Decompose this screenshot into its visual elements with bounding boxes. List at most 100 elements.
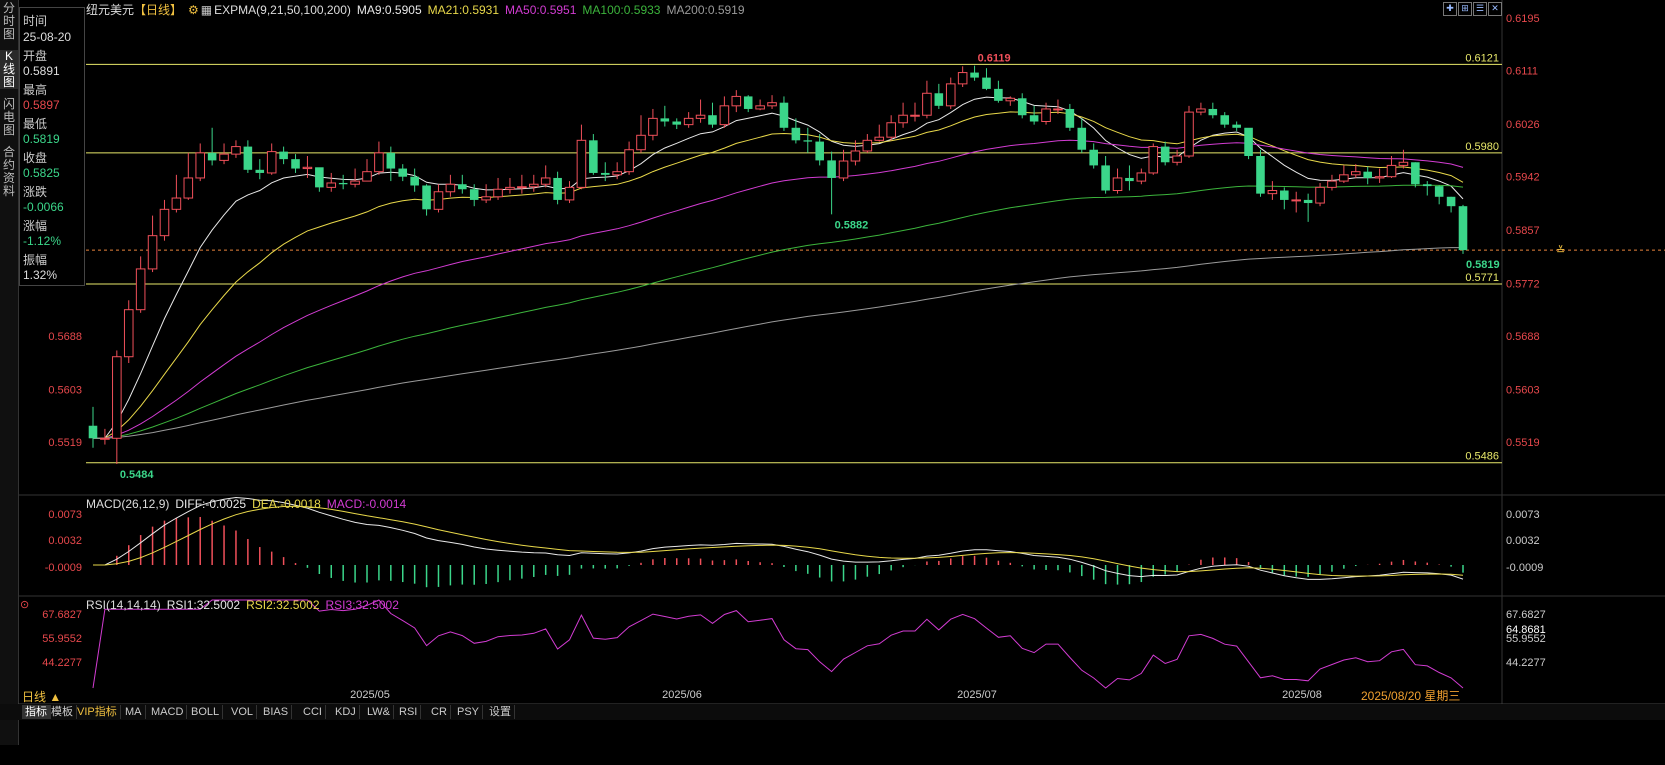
grid-icon[interactable]: ⊞	[1458, 2, 1472, 16]
candle-up	[683, 117, 694, 126]
time-value: 25-08-20	[23, 30, 72, 44]
chart-icon[interactable]: ▦	[201, 3, 212, 17]
open-value: 0.5891	[23, 64, 60, 78]
candle-down	[1434, 186, 1444, 197]
candle-up	[731, 95, 742, 107]
period-selector[interactable]: 日线 ▲	[22, 688, 61, 705]
candle-up	[505, 186, 515, 190]
tab-11[interactable]: LW&	[364, 705, 395, 719]
candle-up	[695, 114, 706, 119]
candle-down	[1303, 199, 1313, 204]
candle-down	[660, 118, 670, 122]
tab-3[interactable]: VIP指标	[74, 705, 121, 719]
date-axis-label: 2025/05	[350, 689, 390, 701]
tab-8[interactable]: BIAS	[260, 705, 293, 719]
price-axis-tick-left: 0.5603	[48, 384, 82, 396]
candle-up	[850, 150, 861, 162]
candle-up	[1291, 199, 1302, 202]
candle-down	[1208, 108, 1218, 116]
macd-dea-line	[93, 505, 1464, 577]
candle-down	[207, 152, 217, 161]
candle-down	[1065, 108, 1075, 128]
macd-axis-tick-right: 0.0073	[1506, 509, 1540, 521]
tab-6[interactable]: BOLL	[188, 705, 224, 719]
rsi-line	[92, 599, 1464, 689]
candle-down	[553, 177, 562, 200]
candle-up	[362, 171, 372, 182]
candle-up	[374, 152, 384, 173]
rsi-axis-tick-right: 67.6827	[1506, 609, 1546, 621]
rsi-axis-tick-right: 44.2277	[1506, 657, 1546, 669]
list-icon[interactable]: ☰	[1473, 2, 1487, 16]
candle-up	[231, 146, 241, 155]
candle-up	[922, 92, 932, 116]
candle-down	[672, 121, 682, 125]
tab-15[interactable]: 设置	[486, 705, 515, 719]
high-value: 0.5897	[23, 98, 60, 112]
candle-up	[886, 122, 896, 138]
candle-up	[1339, 174, 1349, 182]
candle-down	[1458, 206, 1468, 251]
candle-up	[838, 160, 849, 179]
main-pane-title: 纽元美元【日线】 ⚙ ▦ EXPMA(9,21,50,100,200) MA9:0.59…	[86, 1, 751, 17]
ma100-line	[93, 184, 1464, 439]
ma50-value: MA50:0.5951	[505, 3, 577, 17]
indicator-name: EXPMA(9,21,50,100,200)	[214, 3, 351, 17]
tab-13[interactable]: CR	[428, 705, 451, 719]
candle-up	[1041, 108, 1051, 123]
close-value: 0.5825	[23, 166, 60, 180]
tab-2[interactable]: 模板	[48, 705, 77, 719]
support-line-label: 0.5771	[1465, 272, 1499, 284]
rsi2-value: RSI2:32.5002	[246, 598, 320, 612]
candle-down	[1244, 127, 1253, 157]
high-mark-label: 0.6119	[978, 53, 1011, 65]
kline-chart[interactable]: 0.6121 0.5980 0.5771 0.5486 ≚ 0.6119 0.5484 0.…	[0, 0, 1665, 765]
price-axis-tick: 0.5772	[1506, 278, 1540, 290]
close-icon[interactable]: ✕	[1488, 2, 1502, 16]
candle-down	[422, 185, 431, 210]
tab-12[interactable]: RSI	[396, 705, 422, 719]
candle-down	[1125, 177, 1134, 182]
candle-up	[1267, 190, 1278, 195]
crosshair-icon[interactable]: ✚	[1443, 2, 1457, 16]
rsi-axis-tick-left: 67.6827	[42, 609, 82, 621]
candle-up	[1136, 172, 1147, 182]
rsi-settings-icon[interactable]: ⊙	[20, 598, 29, 611]
candle-down	[243, 146, 253, 170]
candle-up	[1398, 161, 1409, 166]
candle-up	[159, 208, 170, 237]
candle-down	[815, 141, 824, 161]
candle-up	[1053, 108, 1063, 111]
price-axis-tick-left: 0.5688	[48, 331, 82, 343]
rsi-axis-tick-right: 55.9552	[1506, 633, 1546, 645]
candle-down	[589, 140, 598, 173]
candle-up	[1327, 180, 1337, 188]
candle-down	[708, 115, 717, 125]
tab-4[interactable]: MA	[122, 705, 146, 719]
candle-down	[827, 160, 836, 178]
low-value: 0.5819	[23, 132, 60, 146]
low-mark-label: 0.5484	[120, 469, 155, 481]
candle-up	[898, 114, 908, 124]
change-value: -0.0066	[23, 200, 64, 214]
rsi-pane-title: RSI(14,14,14) RSI1:32.5002 RSI2:32.5002 RSI…	[86, 598, 405, 612]
rsi3-value: RSI3:32.5002	[325, 598, 399, 612]
candle-down	[1422, 184, 1432, 187]
candle-down	[279, 151, 288, 160]
pct-value: -1.12%	[23, 234, 62, 248]
tab-14[interactable]: PSY	[454, 705, 484, 719]
tab-10[interactable]: KDJ	[332, 705, 360, 719]
tab-5[interactable]: MACD	[148, 705, 188, 719]
candle-up	[493, 188, 503, 198]
tab-7[interactable]: VOL	[228, 705, 258, 719]
tab-1[interactable]: 指标	[22, 705, 51, 719]
ma9-line	[93, 96, 1464, 439]
rsi-axis-tick-left: 55.9552	[42, 633, 82, 645]
candle-down	[1089, 149, 1098, 166]
tab-9[interactable]: CCI	[300, 705, 326, 719]
candle-up	[445, 183, 456, 193]
candle-up	[219, 153, 229, 161]
candle-down	[88, 425, 98, 439]
macd-dea-value: DEA:-0.0018	[252, 497, 321, 511]
settings-icon[interactable]: ⚙	[188, 3, 199, 17]
